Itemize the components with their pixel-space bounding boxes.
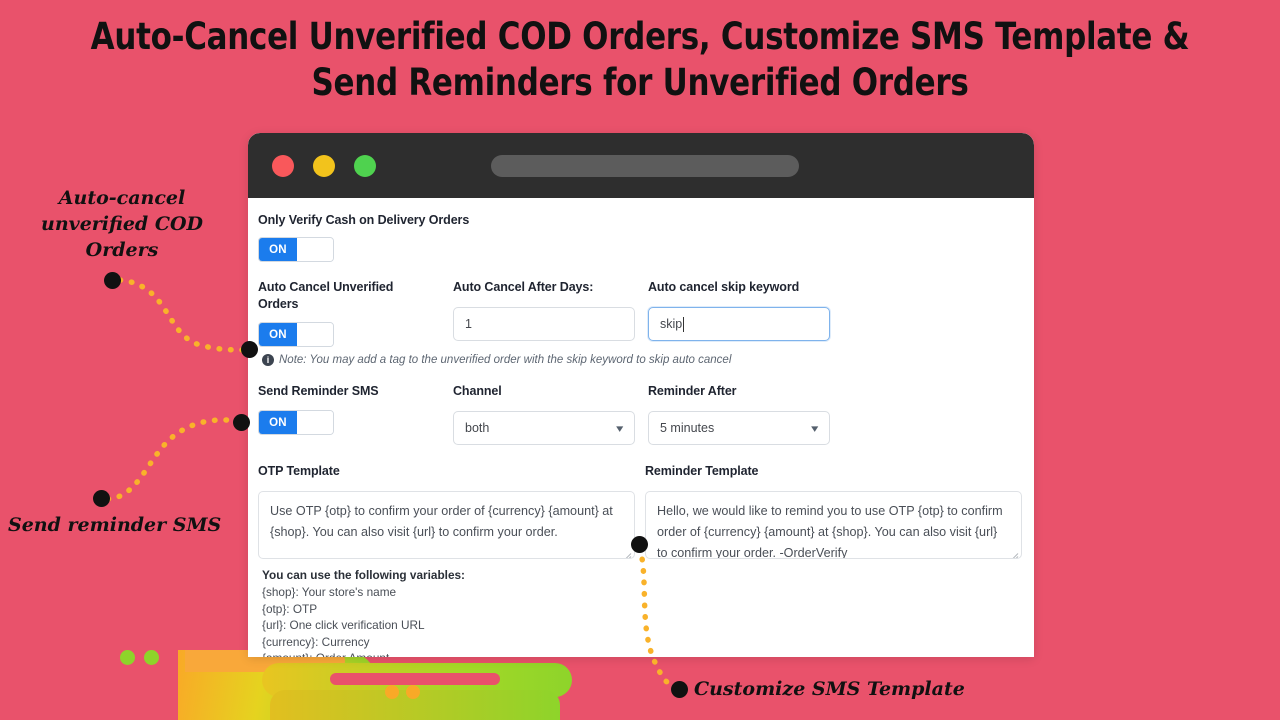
reminder-after-label: Reminder After — [648, 384, 737, 398]
auto-cancel-days-label: Auto Cancel After Days: — [453, 280, 594, 294]
connector-line-2 — [105, 417, 245, 502]
reminder-template-group: Reminder Template Hello, we would like t… — [645, 463, 1022, 559]
maximize-window-icon[interactable] — [354, 154, 376, 177]
reminder-after-selected-value: 5 minutes — [660, 421, 715, 435]
toggle-track — [297, 238, 333, 261]
decorative-dot-orange-2 — [406, 685, 420, 699]
auto-cancel-toggle[interactable]: ON — [258, 322, 334, 347]
only-verify-cod-toggle[interactable]: ON — [258, 237, 334, 262]
toggle-on-label: ON — [259, 238, 297, 261]
toggle-on-label: ON — [259, 323, 297, 346]
app-content: Only Verify Cash on Delivery Orders ON A… — [248, 198, 1034, 657]
variables-heading: You can use the following variables: — [262, 568, 465, 582]
annotation-dot-3-end — [671, 681, 688, 698]
annotation-label-customize-sms: Customize SMS Template — [694, 678, 965, 700]
annotation-dot-1-start — [104, 272, 121, 289]
annotation-dot-2-end — [233, 414, 250, 431]
otp-template-label: OTP Template — [258, 464, 340, 478]
otp-template-textarea[interactable]: Use OTP {otp} to confirm your order of {… — [258, 491, 635, 559]
variable-item: {url}: One click verification URL — [262, 618, 425, 632]
channel-group: Channel both ▾ — [453, 383, 648, 445]
otp-template-group: OTP Template Use OTP {otp} to confirm yo… — [258, 463, 645, 559]
send-reminder-toggle-group: Send Reminder SMS ON — [258, 383, 453, 445]
variable-item: {shop}: Your store's name — [262, 585, 397, 599]
url-bar[interactable] — [491, 154, 799, 177]
toggle-on-label: ON — [259, 411, 297, 434]
skip-keyword-value: skip — [660, 317, 683, 331]
send-reminder-toggle[interactable]: ON — [258, 410, 334, 435]
reminder-template-textarea[interactable]: Hello, we would like to remind you to us… — [645, 491, 1022, 559]
slide-canvas: Auto-Cancel Unverified COD Orders, Custo… — [0, 0, 1280, 720]
info-icon: i — [262, 354, 274, 366]
minimize-window-icon[interactable] — [313, 154, 335, 177]
chevron-down-icon: ▾ — [616, 422, 624, 435]
auto-cancel-label: Auto Cancel Unverified Orders — [258, 280, 394, 311]
close-window-icon[interactable] — [272, 154, 294, 177]
decorative-dot-green-1 — [120, 650, 135, 665]
channel-select[interactable]: both ▾ — [453, 411, 635, 445]
toggle-track — [297, 411, 333, 434]
only-verify-cod-label: Only Verify Cash on Delivery Orders — [258, 213, 470, 227]
auto-cancel-days-input[interactable]: 1 — [453, 307, 635, 341]
skip-keyword-note: i Note: You may add a tag to the unverif… — [262, 354, 1022, 366]
text-cursor — [683, 316, 685, 332]
reminder-template-label: Reminder Template — [645, 464, 759, 478]
resize-handle-icon[interactable] — [1009, 547, 1019, 558]
resize-handle-icon[interactable] — [622, 547, 632, 558]
skip-keyword-group: Auto cancel skip keyword skip — [648, 279, 830, 347]
annotation-dot-1-end — [241, 341, 258, 358]
channel-label: Channel — [453, 384, 502, 398]
annotation-dot-2-start — [93, 490, 110, 507]
page-title: Auto-Cancel Unverified COD Orders, Custo… — [90, 15, 1190, 104]
auto-cancel-toggle-group: Auto Cancel Unverified Orders ON — [258, 279, 453, 347]
auto-cancel-days-value: 1 — [465, 317, 472, 331]
decorative-dot-orange-1 — [385, 685, 399, 699]
send-reminder-row: Send Reminder SMS ON Channel both ▾ Remi… — [258, 383, 1022, 445]
browser-window: Only Verify Cash on Delivery Orders ON A… — [248, 133, 1034, 657]
annotation-dot-3-start — [631, 536, 648, 553]
skip-keyword-input[interactable]: skip — [648, 307, 830, 341]
otp-template-value: Use OTP {otp} to confirm your order of {… — [270, 504, 613, 539]
auto-cancel-row: Auto Cancel Unverified Orders ON Auto Ca… — [258, 279, 1022, 347]
decorative-dot-green-2 — [144, 650, 159, 665]
chevron-down-icon: ▾ — [811, 422, 819, 435]
reminder-template-value: Hello, we would like to remind you to us… — [657, 504, 1003, 559]
channel-selected-value: both — [465, 421, 490, 435]
variable-item: {currency}: Currency — [262, 634, 370, 649]
variable-item: {amount}: Order Amount — [262, 650, 1022, 657]
browser-titlebar — [248, 133, 1034, 198]
reminder-after-group: Reminder After 5 minutes ▾ — [648, 383, 830, 445]
send-reminder-label: Send Reminder SMS — [258, 384, 379, 398]
connector-line-1 — [117, 277, 251, 353]
toggle-track — [297, 323, 333, 346]
variables-help: You can use the following variables: {sh… — [262, 567, 1022, 657]
decorative-blob-notch — [330, 673, 500, 685]
note-text: Note: You may add a tag to the unverifie… — [279, 354, 732, 366]
only-verify-cod-section: Only Verify Cash on Delivery Orders ON — [258, 212, 1022, 262]
annotation-label-auto-cancel: Auto-cancel unverified COD Orders — [41, 187, 203, 261]
skip-keyword-label: Auto cancel skip keyword — [648, 280, 800, 294]
reminder-after-select[interactable]: 5 minutes ▾ — [648, 411, 830, 445]
annotation-label-send-reminder: Send reminder SMS — [8, 514, 222, 536]
auto-cancel-days-group: Auto Cancel After Days: 1 — [453, 279, 648, 347]
variable-item: {otp}: OTP — [262, 601, 318, 616]
